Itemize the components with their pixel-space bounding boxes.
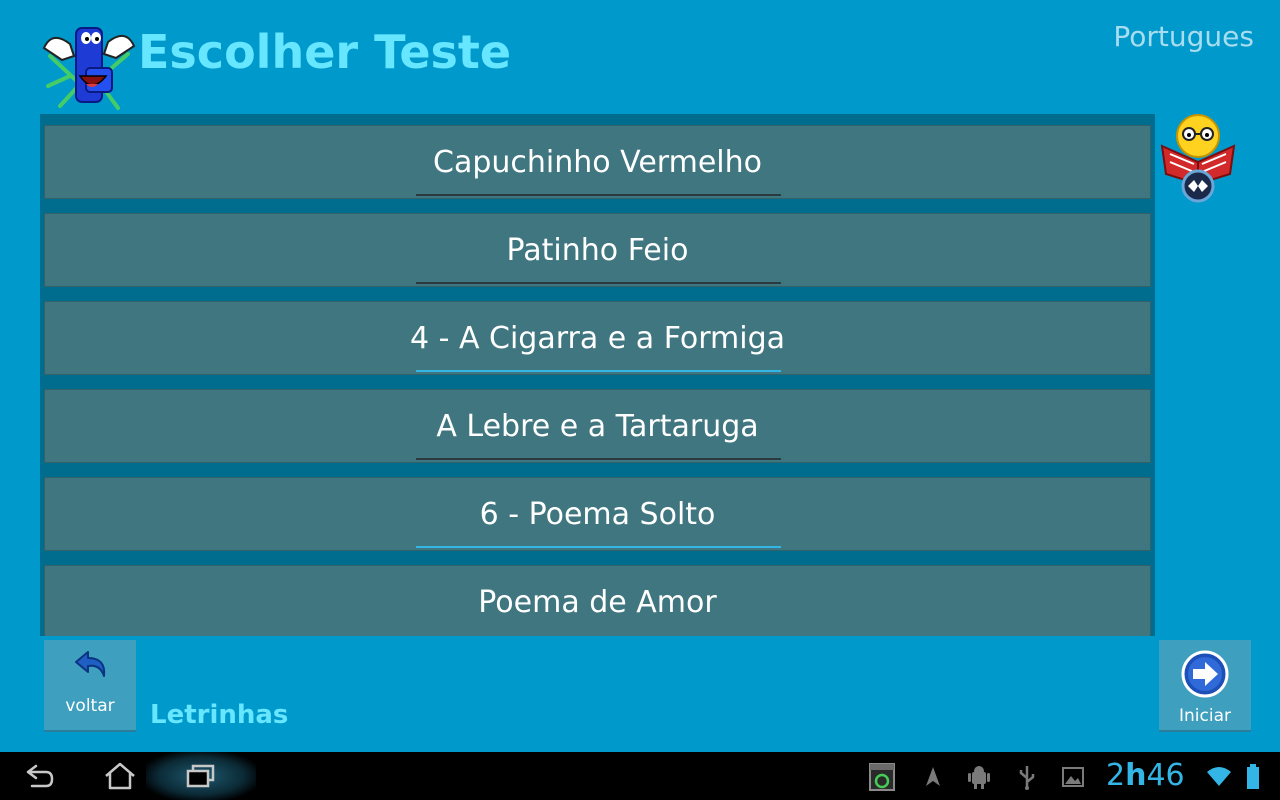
list-item-label: Poema de Amor	[478, 585, 717, 620]
app-name: Letrinhas	[150, 700, 289, 730]
list-item-label: 6 - Poema Solto	[479, 497, 716, 532]
start-button[interactable]: Iniciar	[1159, 640, 1251, 730]
item-underline	[416, 194, 781, 196]
home-nav-icon[interactable]	[102, 760, 138, 792]
android-debug-icon	[968, 766, 990, 789]
language-label[interactable]: Portugues	[1113, 20, 1254, 53]
back-button-label: voltar	[65, 696, 115, 716]
list-item-test[interactable]: Patinho Feio	[44, 213, 1151, 287]
back-nav-icon[interactable]	[22, 760, 58, 792]
arrow-right-circle-icon	[1181, 650, 1229, 698]
list-item-test[interactable]: Capuchinho Vermelho	[44, 125, 1151, 199]
recent-apps-icon[interactable]	[183, 760, 219, 792]
test-list[interactable]: Capuchinho Vermelho Patinho Feio 4 - A C…	[40, 114, 1155, 636]
system-navigation-bar: 2h46	[0, 752, 1280, 800]
letrinhas-mascot-icon	[42, 27, 136, 110]
screenshot-icon[interactable]	[868, 762, 896, 792]
start-button-label: Iniciar	[1179, 706, 1231, 726]
list-item-label: Capuchinho Vermelho	[433, 145, 762, 180]
item-underline	[416, 282, 781, 284]
list-item-test[interactable]: A Lebre e a Tartaruga	[44, 389, 1151, 463]
battery-icon	[1247, 764, 1259, 789]
list-item-test[interactable]: 6 - Poema Solto	[44, 477, 1151, 551]
list-item-label: Patinho Feio	[506, 233, 689, 268]
list-item-test[interactable]: 4 - A Cigarra e a Formiga	[44, 301, 1151, 375]
clock: 2h46	[1106, 758, 1185, 793]
back-button[interactable]: voltar	[44, 640, 136, 730]
location-icon	[926, 767, 940, 786]
gallery-icon	[1062, 767, 1084, 787]
header: Escolher Teste Portugues	[0, 0, 1280, 112]
list-item-label: A Lebre e a Tartaruga	[436, 409, 759, 444]
item-underline	[416, 458, 781, 460]
wifi-icon	[1207, 767, 1231, 786]
list-item-test[interactable]: Poema de Amor	[44, 565, 1151, 636]
item-underline-highlighted	[416, 546, 781, 548]
item-underline-highlighted	[416, 370, 781, 372]
reading-smiley-icon[interactable]	[1158, 112, 1238, 204]
page-title: Escolher Teste	[138, 25, 512, 79]
usb-icon	[1019, 766, 1035, 790]
list-item-label: 4 - A Cigarra e a Formiga	[409, 321, 786, 356]
undo-arrow-icon	[75, 651, 106, 677]
